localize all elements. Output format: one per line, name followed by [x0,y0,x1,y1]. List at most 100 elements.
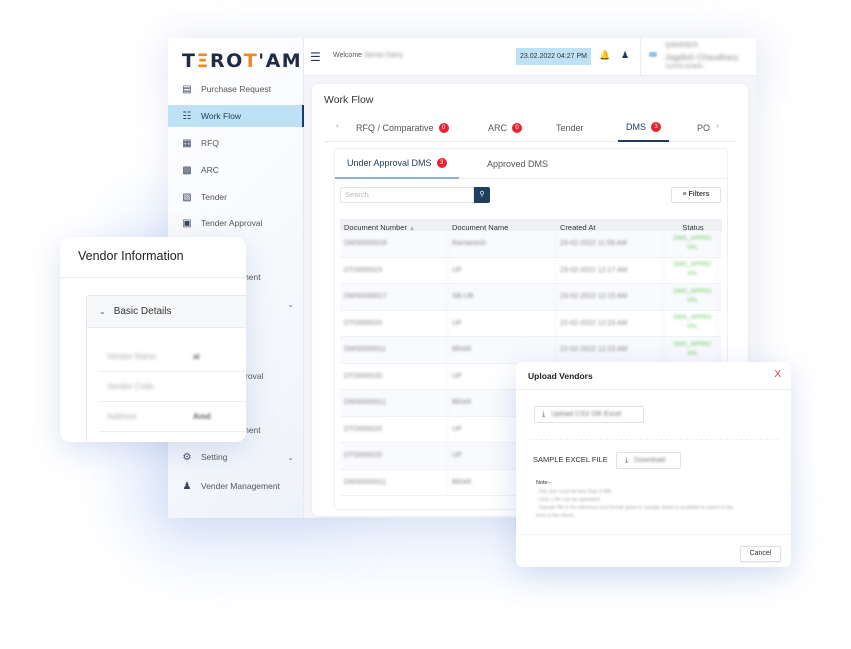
status-badge: DMS_APPRO VAL [664,337,718,363]
bell-icon[interactable]: 🔔 [599,50,610,61]
sidebar-item-label: Tender [201,192,227,202]
sidebar-item-label: Work Flow [201,111,241,121]
chevron-right-icon[interactable]: › [716,121,719,130]
download-sample-button[interactable]: ⤓ Download [616,452,681,469]
status-badge: DMS_APPRO VAL [664,310,718,336]
tab-rfq-comparative[interactable]: RFQ / Comparative 0 [356,114,449,142]
chevron-down-icon: ⌄ [287,299,294,309]
workflow-tabs: ‹ RFQ / Comparative 0 ARC 0 Tender DMS 3 PO… [324,114,736,142]
status-badge: DMS_APPRO VAL [664,284,718,310]
table-cell: DTO000020 [340,310,448,336]
upload-file-button[interactable]: ⤓ Upload CSV OR Excel [534,406,644,423]
table-cell: 23-02-2022 12:17 AM [556,257,664,283]
column-header-document-number[interactable]: Document Number ▲ [340,219,448,231]
count-badge: 0 [438,123,449,133]
basic-details-title: Basic Details [113,306,172,317]
stage: TΞROT'AM ▤ Purchase Request ☷ Work Flow … [0,0,851,649]
chevron-down-icon: ⌄ [287,452,294,462]
table-row[interactable]: DMS0000017 SB-UB 23-02-2022 12:15 AM DMS_AP… [340,284,722,311]
settings-icon: ⚙ [182,451,192,463]
table-row[interactable]: DTO000020 UP 22-02-2022 12:23 AM DMS_APPRO … [340,310,722,337]
tab-tender[interactable]: Tender [556,114,584,142]
table-cell: DMS0000011 [340,390,448,416]
table-cell: SB-UB [448,284,556,310]
sidebar-item-purchase-request[interactable]: ▤ Purchase Request [168,78,304,100]
filter-icon: ≡ [682,191,687,198]
sidebar-item-vender-management[interactable]: ♟ Vender Management [168,475,304,497]
vendor-field-row: Address Amd [99,402,246,432]
modal-title: Upload Vendors [528,370,593,381]
status-badge: DMS_APPRO VAL [664,257,718,283]
cancel-button[interactable]: Cancel [740,546,781,562]
table-row[interactable]: DMS0000011 BRAR 22-02-2022 12:23 AM DMS_APP… [340,337,722,364]
sample-file-label: SAMPLE EXCEL FILE [533,455,608,464]
search-button[interactable]: ⚲ [474,187,490,203]
user-role: SUPER ADMIN [665,64,703,70]
sidebar-item-label: Purchase Request [201,84,271,94]
note-label: Note:- [536,480,551,486]
table-cell: Ramanesh [448,231,556,257]
table-cell: DMS0000011 [340,337,448,363]
sidebar-item-label: Setting [201,452,228,462]
note-line: - Only 1 file can be uploaded. [536,497,602,503]
basic-details-header[interactable]: ⌄ Basic Details [87,296,246,328]
modal-header: Upload Vendors X [516,362,791,390]
tab-approved-dms[interactable]: Approved DMS [475,149,560,179]
user-profile[interactable]: Q4040923 Jagdish Chaudhary SUPER ADMIN [640,38,756,76]
divider [60,277,246,278]
vendor-information-title: Vendor Information [78,249,184,263]
note-line: - Sample file is for reference and forma… [536,505,734,511]
tab-dms[interactable]: DMS 3 [618,114,669,142]
sidebar-item-setting[interactable]: ⚙ Setting ⌄ [168,446,304,468]
status-badge: DMS_APPRO VAL [664,231,718,257]
sidebar-item-label: roval [245,371,264,381]
page-title: Work Flow [324,94,374,106]
table-row[interactable]: DMS0000018 Ramanesh 23-02-2022 11:59 AM DMS… [340,231,722,258]
vendor-information-card: Vendor Information ⌄ Basic Details Vendo… [60,237,246,442]
search-input[interactable]: Search [340,187,474,203]
note-line: form in the sheet. [536,513,575,519]
vendor-field-row: Vendor Code [99,372,246,402]
divider [530,439,778,440]
chevron-down-icon: ⌄ [99,307,106,316]
table-cell: UP [448,257,556,283]
sidebar-item-label: ARC [201,165,219,175]
logo: TΞROT'AM [182,50,303,72]
table-cell: DTO000020 [340,363,448,389]
sidebar-item-rfq[interactable]: ▦ RFQ [168,132,304,154]
table-cell: UP [448,310,556,336]
workflow-icon: ☷ [182,110,192,122]
chevron-left-icon[interactable]: ‹ [336,121,339,130]
vendor-management-icon: ♟ [182,480,192,492]
tab-arc[interactable]: ARC 0 [488,114,523,142]
count-badge: 0 [512,123,523,133]
dms-subtabs: Under Approval DMS 3 Approved DMS [335,149,727,179]
menu-toggle-icon[interactable]: ☰ [310,50,321,64]
sidebar-item-label: Vender Management [201,481,280,491]
column-header-created-at[interactable]: Created At [556,219,664,231]
sidebar-item-label: Tender Approval [201,218,263,228]
column-header-document-name[interactable]: Document Name [448,219,556,231]
welcome-text: Welcome Sense Darry [333,52,403,59]
upload-icon: ⤓ [542,410,546,418]
sidebar-item-tender[interactable]: ▧ Tender [168,186,304,208]
table-row[interactable]: DTO000023 UP 23-02-2022 12:17 AM DMS_APPRO … [340,257,722,284]
tab-po[interactable]: PO [697,114,710,142]
sidebar-item-arc[interactable]: ▩ ARC [168,159,304,181]
table-cell: DTO000023 [340,257,448,283]
tab-under-approval-dms[interactable]: Under Approval DMS 3 [335,149,459,179]
sidebar-item-tender-approval[interactable]: ▣ Tender Approval [168,212,304,234]
sidebar-item-work-flow[interactable]: ☷ Work Flow [168,105,304,127]
column-header-status[interactable]: Status [664,219,718,231]
table-header: Document Number ▲ Document Name Created … [340,219,722,231]
datetime-chip: 23.02.2022 04:27 PM [516,48,591,65]
close-icon[interactable]: X [774,369,781,380]
field-label: Address [107,412,137,421]
user-icon[interactable]: ♟ [621,50,629,61]
note-line: - File size must be less than 5 MB. [536,489,613,495]
table-cell: DMS0000018 [340,231,448,257]
filters-button[interactable]: ≡ Filters [671,187,721,203]
user-id: Q4040923 [665,42,698,49]
tender-approval-icon: ▣ [182,217,192,229]
top-bar: ☰ Welcome Sense Darry 23.02.2022 04:27 P… [304,38,756,76]
